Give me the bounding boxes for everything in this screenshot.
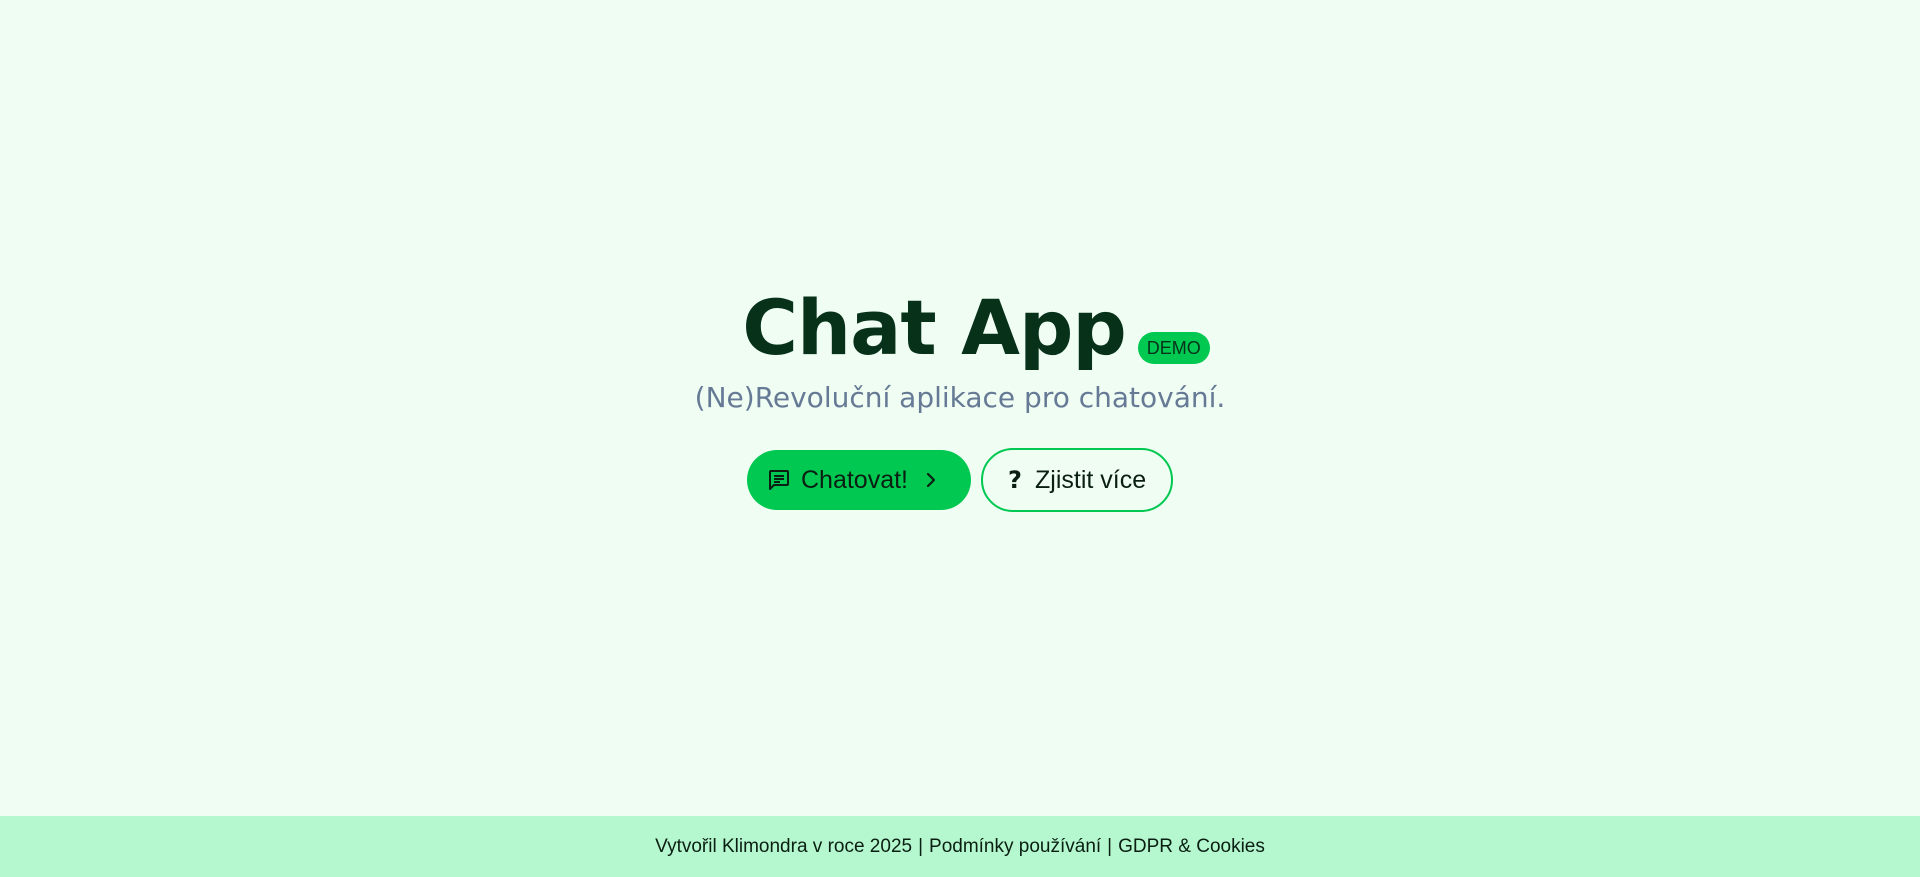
chat-button[interactable]: Chatovat!	[747, 450, 971, 510]
gdpr-cookies-link[interactable]: GDPR & Cookies	[1118, 836, 1265, 858]
app-subtitle: (Ne)Revoluční aplikace pro chatování.	[694, 381, 1226, 414]
footer-separator: |	[918, 835, 924, 857]
chat-message-icon	[767, 468, 791, 492]
hero-section: Chat App DEMO (Ne)Revoluční aplikace pro…	[0, 0, 1920, 816]
learn-more-button-label: Zjistit více	[1035, 465, 1147, 494]
question-mark-icon: ?	[1008, 466, 1022, 494]
footer: Vytvořil Klimondra v roce 2025 | Podmínk…	[0, 816, 1920, 877]
app-title: Chat App	[742, 283, 1127, 372]
terms-link[interactable]: Podmínky používání	[929, 836, 1101, 858]
title-row: Chat App DEMO	[742, 290, 1210, 366]
learn-more-button[interactable]: ? Zjistit více	[981, 448, 1173, 512]
footer-separator: |	[1107, 835, 1113, 857]
footer-credit: Vytvořil Klimondra v roce 2025	[655, 835, 913, 857]
chat-button-label: Chatovat!	[801, 465, 909, 494]
demo-badge: DEMO	[1137, 332, 1210, 364]
chevron-right-icon	[922, 471, 940, 489]
hero-actions: Chatovat! ? Zjistit více	[747, 448, 1173, 512]
